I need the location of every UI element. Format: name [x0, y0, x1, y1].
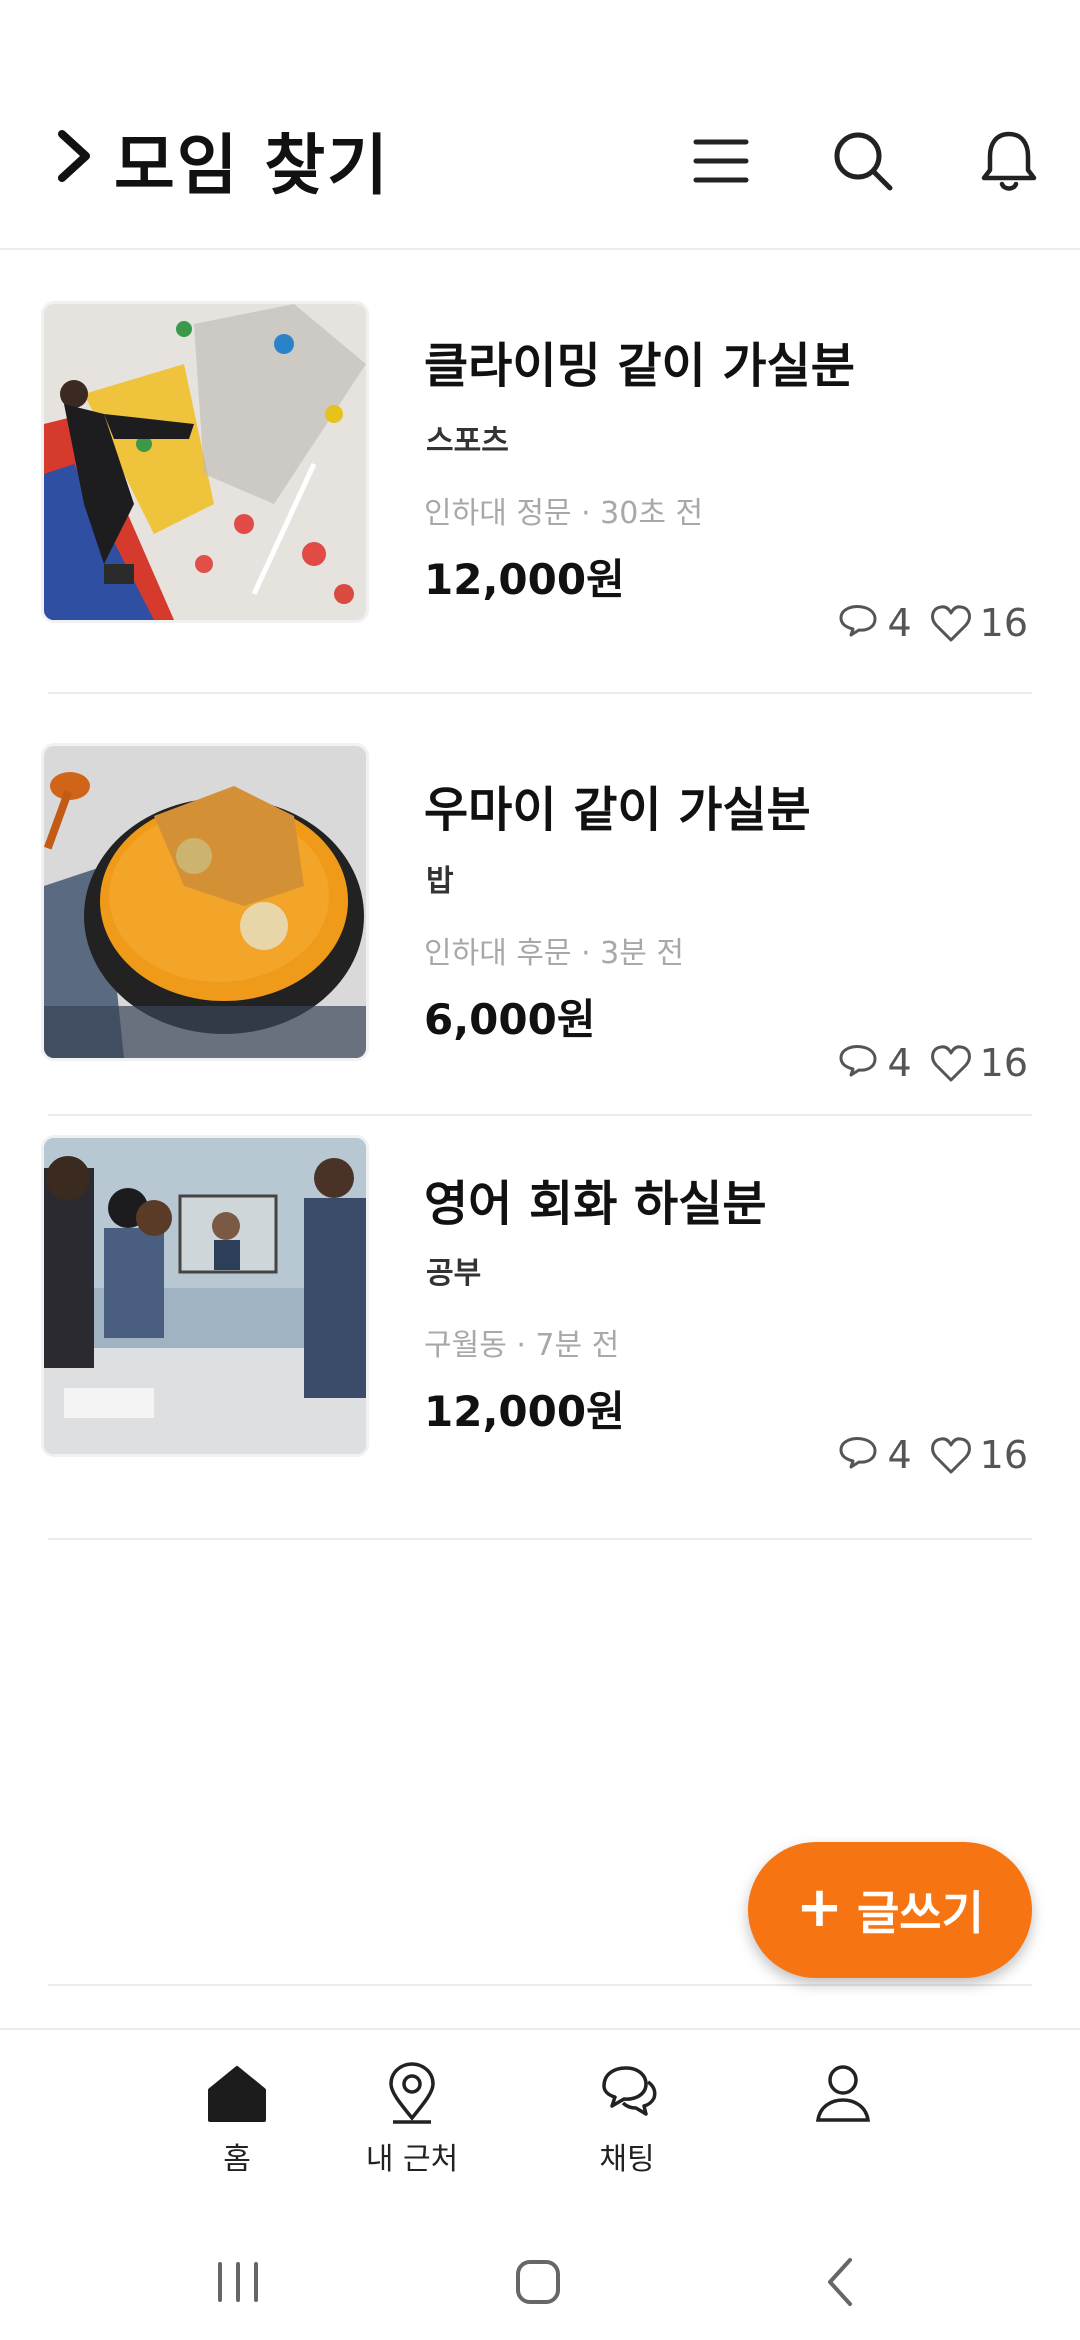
nav-profile[interactable] — [808, 2060, 878, 2126]
comment-count: 4 — [887, 1433, 912, 1477]
recent-apps-icon[interactable] — [208, 2252, 268, 2312]
divider — [48, 692, 1032, 694]
post-category: 공부 — [426, 1256, 482, 1291]
nav-home-label: 홈 — [223, 2142, 251, 2177]
post-price: 12,000원 — [424, 555, 625, 604]
nav-chat[interactable]: 채팅 — [580, 2060, 674, 2178]
nav-chat-label: 채팅 — [599, 2142, 655, 2177]
nav-home[interactable]: 홈 — [200, 2060, 274, 2178]
post-title: 클라이밍 같이 가실분 — [424, 338, 855, 394]
home-system-icon[interactable] — [508, 2252, 568, 2312]
system-navigation-bar — [0, 2220, 1080, 2340]
like-count: 16 — [979, 1041, 1028, 1085]
write-post-button[interactable]: + 글쓰기 — [748, 1842, 1032, 1978]
post-thumbnail — [44, 746, 366, 1058]
heart-icon[interactable] — [928, 1040, 974, 1086]
post-meta: 인하대 정문 · 30초 전 — [424, 496, 704, 531]
post-category: 밥 — [426, 864, 454, 899]
divider — [48, 1114, 1032, 1116]
nav-nearby-label: 내 근처 — [365, 2142, 459, 2177]
like-count: 16 — [979, 601, 1028, 645]
location-pin-icon — [389, 2062, 435, 2124]
post-thumbnail — [44, 1138, 366, 1454]
post-category: 스포츠 — [426, 424, 509, 459]
chat-icon — [602, 2066, 657, 2116]
back-icon[interactable] — [812, 2252, 872, 2312]
nav-nearby[interactable]: 내 근처 — [352, 2060, 472, 2178]
post-title: 영어 회화 하실분 — [424, 1176, 767, 1232]
top-app-bar: 모임 찾기 — [0, 0, 1080, 250]
comment-icon — [839, 1436, 877, 1469]
write-post-label: 글쓰기 — [856, 1886, 984, 1940]
divider — [48, 1984, 1032, 1986]
comment-count: 4 — [887, 601, 912, 645]
divider — [48, 1538, 1032, 1540]
post-stats: 4 16 — [835, 1432, 1028, 1478]
post-meta: 인하대 후문 · 3분 전 — [424, 936, 684, 971]
post-thumbnail — [44, 304, 366, 620]
user-icon — [815, 2065, 871, 2122]
post-price: 12,000원 — [424, 1387, 625, 1436]
plus-icon: + — [796, 1875, 843, 1940]
home-icon — [208, 2066, 266, 2122]
bell-icon[interactable] — [976, 128, 1042, 194]
post-stats: 4 16 — [835, 1040, 1028, 1086]
menu-icon[interactable] — [688, 128, 754, 194]
heart-icon[interactable] — [928, 1432, 974, 1478]
comment-icon — [839, 1044, 877, 1077]
post-meta: 구월동 · 7분 전 — [424, 1328, 620, 1363]
bottom-navigation: 홈 내 근처 채팅 — [0, 2028, 1080, 2178]
search-icon[interactable] — [830, 128, 896, 194]
heart-icon[interactable] — [928, 600, 974, 646]
app-screen: 모임 찾기 클라이밍 같이 가실분 스포츠 인하대 정문 · 30초 전 12,… — [0, 0, 1080, 2340]
post-price: 6,000원 — [424, 995, 596, 1044]
comment-count: 4 — [887, 1041, 912, 1085]
page-title: 모임 찾기 — [114, 127, 390, 204]
post-stats: 4 16 — [835, 600, 1028, 646]
chevron-right-icon[interactable] — [56, 128, 92, 184]
comment-icon — [839, 604, 877, 637]
post-title: 우마이 같이 가실분 — [424, 782, 811, 838]
like-count: 16 — [979, 1433, 1028, 1477]
